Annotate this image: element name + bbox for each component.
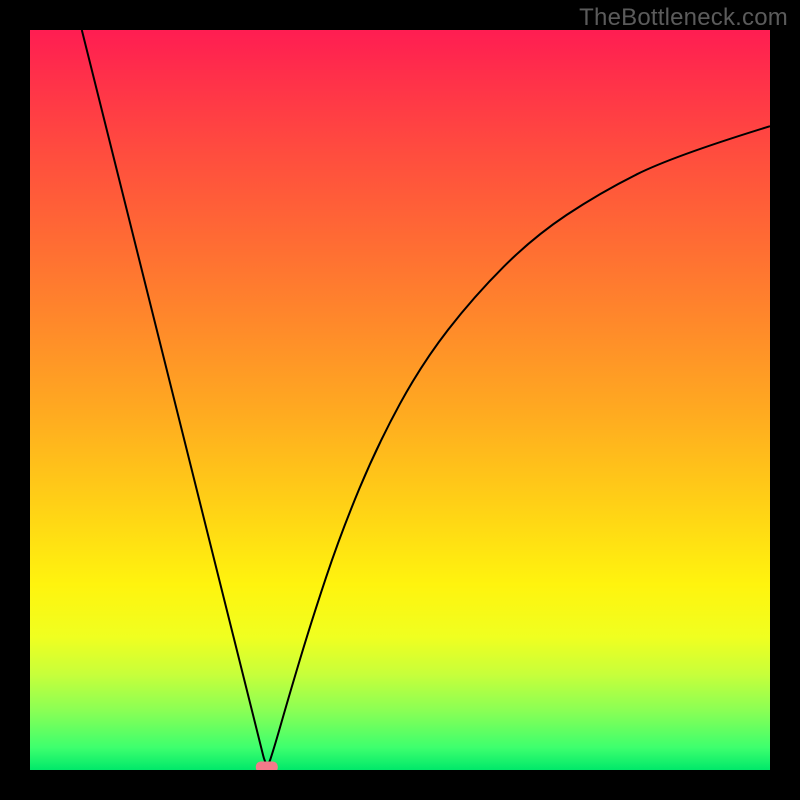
bottleneck-curve-svg	[30, 30, 770, 770]
plot-area	[30, 30, 770, 770]
minimum-marker	[256, 762, 278, 771]
watermark-text: TheBottleneck.com	[579, 4, 788, 32]
chart-frame: TheBottleneck.com	[0, 0, 800, 800]
bottleneck-curve	[82, 30, 770, 764]
